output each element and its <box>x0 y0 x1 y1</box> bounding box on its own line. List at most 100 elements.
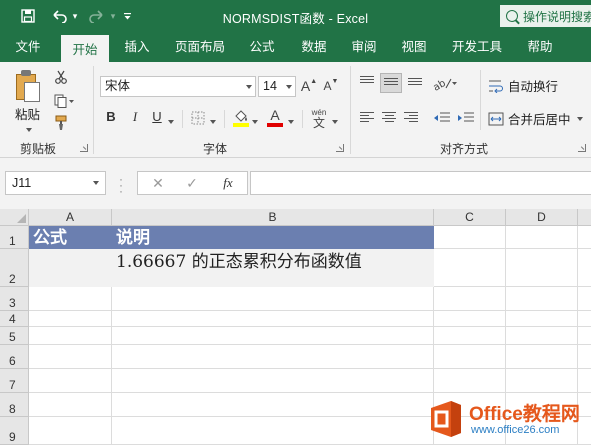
cell-b2[interactable]: 1.66667 的正态累积分布函数值 <box>112 249 434 287</box>
cut-icon[interactable] <box>52 68 70 86</box>
cell-d7[interactable] <box>506 369 578 393</box>
fill-color-icon[interactable] <box>232 108 250 128</box>
cell-e3[interactable] <box>578 287 591 311</box>
row-header-6[interactable]: 6 <box>0 345 29 369</box>
font-size-dropdown-icon[interactable] <box>286 85 292 89</box>
cell-b3[interactable] <box>112 287 434 311</box>
cell-c5[interactable] <box>434 327 506 345</box>
cell-a3[interactable] <box>29 287 112 311</box>
align-left-icon[interactable] <box>360 112 376 124</box>
bold-button[interactable]: B <box>102 108 120 126</box>
name-box[interactable]: J11 <box>5 171 106 195</box>
enter-icon[interactable]: ✓ <box>178 172 206 194</box>
row-header-4[interactable]: 4 <box>0 311 29 327</box>
italic-button[interactable]: I <box>126 108 144 126</box>
cell-b6[interactable] <box>112 345 434 369</box>
wrap-text-button[interactable]: 自动换行 <box>488 76 558 95</box>
row-header-1[interactable]: 1 <box>0 226 29 249</box>
tab-home[interactable]: 开始 <box>61 35 109 62</box>
cell-a1[interactable]: 公式 <box>29 226 112 249</box>
tell-me-search[interactable]: 操作说明搜索 <box>500 5 591 27</box>
phonetic-dropdown-icon[interactable] <box>332 114 338 128</box>
top-align-icon[interactable] <box>360 76 376 88</box>
grow-font-icon[interactable]: A ▲ <box>300 76 318 96</box>
tab-page-layout[interactable]: 页面布局 <box>168 32 232 62</box>
cell-d6[interactable] <box>506 345 578 369</box>
cell-b1[interactable]: 说明 <box>112 226 434 249</box>
font-color-dropdown-icon[interactable] <box>288 114 294 128</box>
cancel-icon[interactable]: ✕ <box>144 172 172 194</box>
underline-button[interactable]: U <box>148 108 166 126</box>
cell-c4[interactable] <box>434 311 506 327</box>
merge-center-button[interactable]: 合并后居中 <box>488 109 583 128</box>
fill-color-dropdown-icon[interactable] <box>252 114 258 128</box>
align-right-icon[interactable] <box>404 112 420 124</box>
font-name-combo[interactable]: 宋体 <box>100 76 256 97</box>
tab-formulas[interactable]: 公式 <box>240 32 284 62</box>
cell-a4[interactable] <box>29 311 112 327</box>
cell-d1[interactable] <box>506 226 578 249</box>
cell-c1[interactable] <box>434 226 506 249</box>
cell-d5[interactable] <box>506 327 578 345</box>
cell-a2[interactable] <box>29 249 112 287</box>
paste-dropdown-icon[interactable] <box>26 122 32 136</box>
cell-d2[interactable] <box>506 249 578 287</box>
cell-e4[interactable] <box>578 311 591 327</box>
format-painter-icon[interactable] <box>52 114 70 132</box>
tab-insert[interactable]: 插入 <box>115 32 159 62</box>
tab-file[interactable]: 文件 <box>6 32 50 62</box>
tab-view[interactable]: 视图 <box>392 32 436 62</box>
clipboard-launcher-icon[interactable] <box>80 144 88 152</box>
increase-indent-icon[interactable] <box>456 109 476 127</box>
tab-developer[interactable]: 开发工具 <box>445 32 509 62</box>
font-name-dropdown-icon[interactable] <box>246 85 252 89</box>
column-header-c[interactable]: C <box>434 209 506 226</box>
cell-c6[interactable] <box>434 345 506 369</box>
orientation-icon[interactable]: ab <box>432 74 458 92</box>
row-header-9[interactable]: 9 <box>0 417 29 445</box>
phonetic-guide-icon[interactable]: wén 文 <box>308 106 330 130</box>
cell-e2[interactable] <box>578 249 591 287</box>
column-header-e[interactable] <box>578 209 591 226</box>
cell-e5[interactable] <box>578 327 591 345</box>
alignment-launcher-icon[interactable] <box>578 144 586 152</box>
row-header-3[interactable]: 3 <box>0 287 29 311</box>
cell-c7[interactable] <box>434 369 506 393</box>
cell-a7[interactable] <box>29 369 112 393</box>
merge-center-dropdown-icon[interactable] <box>576 116 583 121</box>
shrink-font-icon[interactable]: A ▼ <box>322 76 340 96</box>
cell-a8[interactable] <box>29 393 112 417</box>
cell-c2[interactable] <box>434 249 506 287</box>
border-dropdown-icon[interactable] <box>210 114 216 128</box>
formula-bar-grip[interactable]: · · · <box>119 173 123 197</box>
insert-function-icon[interactable]: fx <box>214 172 242 194</box>
tab-data[interactable]: 数据 <box>292 32 336 62</box>
font-size-combo[interactable]: 14 <box>258 76 296 97</box>
border-icon[interactable] <box>190 110 206 126</box>
row-header-7[interactable]: 7 <box>0 369 29 393</box>
column-header-d[interactable]: D <box>506 209 578 226</box>
formula-input[interactable] <box>250 171 591 195</box>
cell-b9[interactable] <box>112 417 434 445</box>
select-all-button[interactable] <box>0 209 29 226</box>
paste-icon[interactable] <box>16 70 42 102</box>
decrease-indent-icon[interactable] <box>432 109 452 127</box>
cell-b4[interactable] <box>112 311 434 327</box>
bottom-align-icon[interactable] <box>408 78 424 90</box>
middle-align-button[interactable] <box>380 73 402 93</box>
underline-dropdown-icon[interactable] <box>168 114 174 128</box>
cell-e1[interactable] <box>578 226 591 249</box>
cell-d4[interactable] <box>506 311 578 327</box>
tab-review[interactable]: 审阅 <box>342 32 386 62</box>
tab-help[interactable]: 帮助 <box>518 32 562 62</box>
cell-a9[interactable] <box>29 417 112 445</box>
copy-icon[interactable] <box>52 92 78 110</box>
row-header-8[interactable]: 8 <box>0 393 29 417</box>
cell-e6[interactable] <box>578 345 591 369</box>
row-header-2[interactable]: 2 <box>0 249 29 287</box>
cell-a6[interactable] <box>29 345 112 369</box>
cell-d3[interactable] <box>506 287 578 311</box>
font-color-icon[interactable]: A <box>266 106 284 128</box>
cell-a5[interactable] <box>29 327 112 345</box>
cell-b8[interactable] <box>112 393 434 417</box>
